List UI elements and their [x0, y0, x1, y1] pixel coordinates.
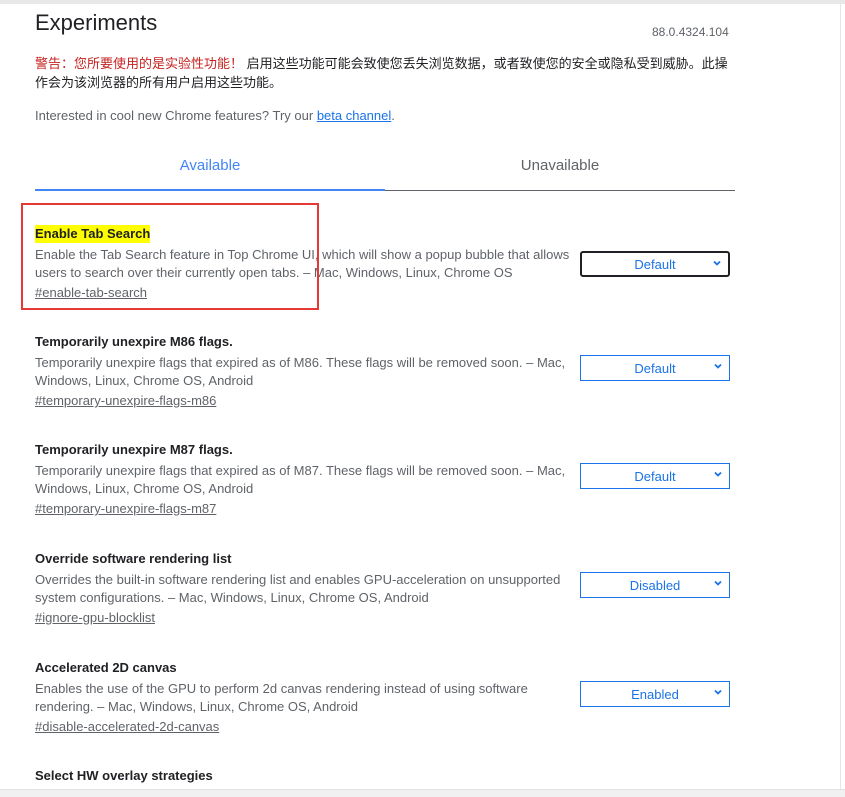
experiment-description: Temporarily unexpire flags that expired …: [35, 354, 570, 390]
beta-channel-link[interactable]: beta channel: [317, 108, 391, 123]
experiment-select[interactable]: Disabled: [580, 572, 730, 598]
experiment-select[interactable]: Default: [580, 355, 730, 381]
experiment-link[interactable]: #disable-accelerated-2d-canvas: [35, 719, 219, 734]
select-value: Enabled: [631, 687, 679, 702]
experiment-link[interactable]: #temporary-unexpire-flags-m87: [35, 501, 216, 516]
select-value: Default: [634, 361, 675, 376]
warning-label: 警告：您所要使用的是实验性功能！: [35, 56, 243, 71]
chevron-down-icon: [713, 687, 723, 697]
top-bar: [0, 0, 845, 4]
select-value: Default: [634, 469, 675, 484]
annotation-highlight-box: [21, 203, 319, 310]
promo-suffix: .: [391, 108, 395, 123]
select-value: Default: [634, 257, 675, 272]
promo-body: Interested in cool new Chrome features? …: [35, 108, 317, 123]
experiment-item: Temporarily unexpire M87 flags. Temporari…: [35, 441, 735, 518]
chevron-down-icon: [713, 361, 723, 371]
tab-available[interactable]: Available: [35, 150, 385, 191]
experiment-select[interactable]: Default: [580, 463, 730, 489]
experiment-description: Temporarily unexpire flags that expired …: [35, 462, 570, 498]
promo-text: Interested in cool new Chrome features? …: [35, 108, 395, 123]
experiment-title: Temporarily unexpire M86 flags.: [35, 333, 233, 351]
experiment-item: Temporarily unexpire M86 flags. Temporari…: [35, 333, 735, 410]
experiment-title: Temporarily unexpire M87 flags.: [35, 441, 233, 459]
experiment-item: Override software rendering list Override…: [35, 550, 735, 627]
experiment-title: Select HW overlay strategies: [35, 767, 213, 785]
experiment-title: Override software rendering list: [35, 550, 232, 568]
experiment-select[interactable]: Default: [580, 251, 730, 277]
experiment-select[interactable]: Enabled: [580, 681, 730, 707]
experiment-link[interactable]: #temporary-unexpire-flags-m86: [35, 393, 216, 408]
experiment-item: Select HW overlay strategies: [35, 767, 735, 785]
experiment-link[interactable]: #ignore-gpu-blocklist: [35, 610, 155, 625]
chevron-down-icon: [713, 469, 723, 479]
tab-unavailable[interactable]: Unavailable: [385, 150, 735, 190]
experiment-description: Overrides the built-in software renderin…: [35, 571, 570, 607]
experiment-item: Accelerated 2D canvas Enables the use of …: [35, 659, 735, 736]
tab-bar: Available Unavailable: [35, 150, 735, 191]
select-value: Disabled: [630, 578, 681, 593]
chevron-down-icon: [712, 258, 722, 268]
warning-text: 警告：您所要使用的是实验性功能！ 启用这些功能可能会致使您丢失浏览数据，或者致使…: [35, 54, 735, 92]
version-label: 88.0.4324.104: [652, 25, 729, 39]
experiment-title: Accelerated 2D canvas: [35, 659, 177, 677]
chevron-down-icon: [713, 578, 723, 588]
experiment-description: Enables the use of the GPU to perform 2d…: [35, 680, 570, 716]
window-edge: [840, 0, 841, 796]
page-title: Experiments: [35, 10, 157, 36]
